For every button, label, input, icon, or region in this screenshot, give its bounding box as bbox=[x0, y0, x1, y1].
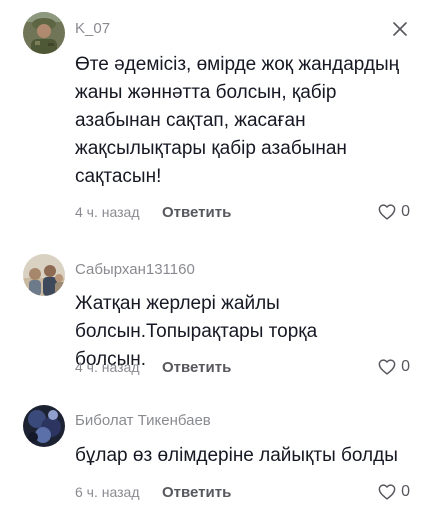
like-count: 0 bbox=[401, 203, 410, 220]
heart-icon bbox=[378, 204, 396, 220]
like-count: 0 bbox=[401, 358, 410, 375]
comment-text: Өте әдемісіз, өмірде жоқ жандардың жаны … bbox=[75, 54, 400, 187]
comment-item: Сабырхан131160 Жатқан жерлері жайлы болс… bbox=[0, 235, 435, 385]
comment-meta: 6 ч. назад Ответить 0 bbox=[75, 481, 410, 503]
comment-time: 4 ч. назад bbox=[75, 204, 140, 220]
comment-meta: 4 ч. назад Ответить 0 bbox=[75, 356, 410, 378]
reply-button[interactable]: Ответить bbox=[162, 359, 231, 376]
heart-icon bbox=[378, 359, 396, 375]
comment-text: бұлар өз өлімдеріне лайықты болды bbox=[75, 445, 398, 466]
comment-username[interactable]: Сабырхан131160 bbox=[75, 261, 195, 278]
avatar[interactable] bbox=[23, 405, 65, 447]
military-avatar-image bbox=[23, 12, 65, 54]
dark-blue-avatar-image bbox=[23, 405, 65, 447]
heart-icon bbox=[378, 484, 396, 500]
like-button[interactable]: 0 bbox=[378, 483, 410, 501]
comment-meta: 4 ч. назад Ответить 0 bbox=[75, 201, 410, 223]
avatar[interactable] bbox=[23, 12, 65, 54]
like-count: 0 bbox=[401, 483, 410, 500]
close-icon[interactable] bbox=[390, 19, 410, 39]
reply-button[interactable]: Ответить bbox=[162, 484, 231, 501]
comment-username[interactable]: K_07 bbox=[75, 20, 110, 37]
comment-time: 4 ч. назад bbox=[75, 359, 140, 375]
comment-item: K_07 Өте әдемісіз, өмірде жоқ жандардың … bbox=[0, 0, 435, 235]
comment-item: Биболат Тикенбаев бұлар өз өлімдеріне ла… bbox=[0, 385, 435, 518]
comment-time: 6 ч. назад bbox=[75, 484, 140, 500]
like-button[interactable]: 0 bbox=[378, 203, 410, 221]
like-button[interactable]: 0 bbox=[378, 358, 410, 376]
reply-button[interactable]: Ответить bbox=[162, 204, 231, 221]
family-photo-avatar-image bbox=[23, 254, 65, 296]
comment-username[interactable]: Биболат Тикенбаев bbox=[75, 412, 211, 429]
avatar[interactable] bbox=[23, 254, 65, 296]
